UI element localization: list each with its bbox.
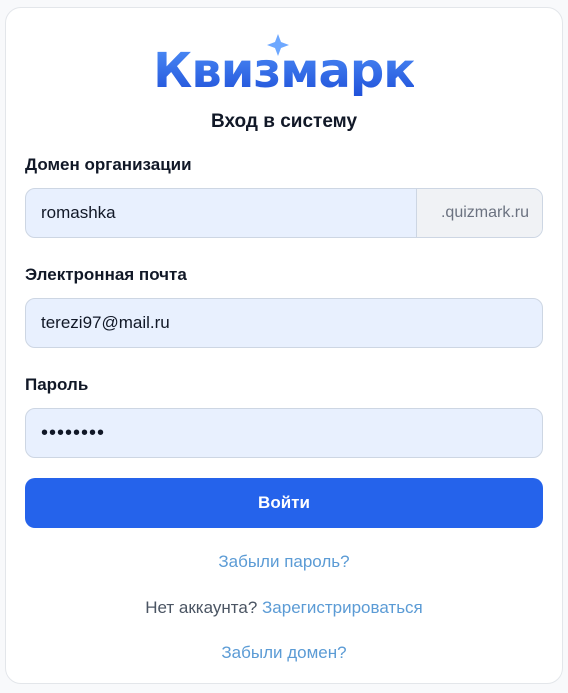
password-field-group [25,408,543,458]
login-button[interactable]: Войти [25,478,543,528]
forgot-domain-link[interactable]: Забыли домен? [221,643,346,662]
domain-input[interactable] [26,189,416,237]
forgot-password-link[interactable]: Забыли пароль? [218,552,349,571]
login-card: Квизмарк Вход в систему Домен организаци… [5,7,563,684]
domain-suffix: .quizmark.ru [416,189,542,237]
email-input[interactable] [26,299,542,347]
forgot-domain-row: Забыли домен? [6,643,562,663]
logo-text: Квизмарк [154,43,414,96]
page-title: Вход в систему [210,111,358,132]
email-field-group [25,298,543,348]
password-label: Пароль [25,375,89,394]
no-account-text: Нет аккаунта? [145,598,258,617]
forgot-password-row: Забыли пароль? [6,552,562,572]
email-label: Электронная почта [25,265,187,284]
domain-field-group: .quizmark.ru [25,188,543,238]
password-input[interactable] [26,409,542,457]
register-link[interactable]: Зарегистрироваться [262,598,423,617]
logo-svg: Квизмарк [154,34,414,96]
register-row: Нет аккаунта? Зарегистрироваться [6,598,562,618]
brand-logo: Квизмарк [6,32,562,96]
domain-label: Домен организации [25,155,192,174]
